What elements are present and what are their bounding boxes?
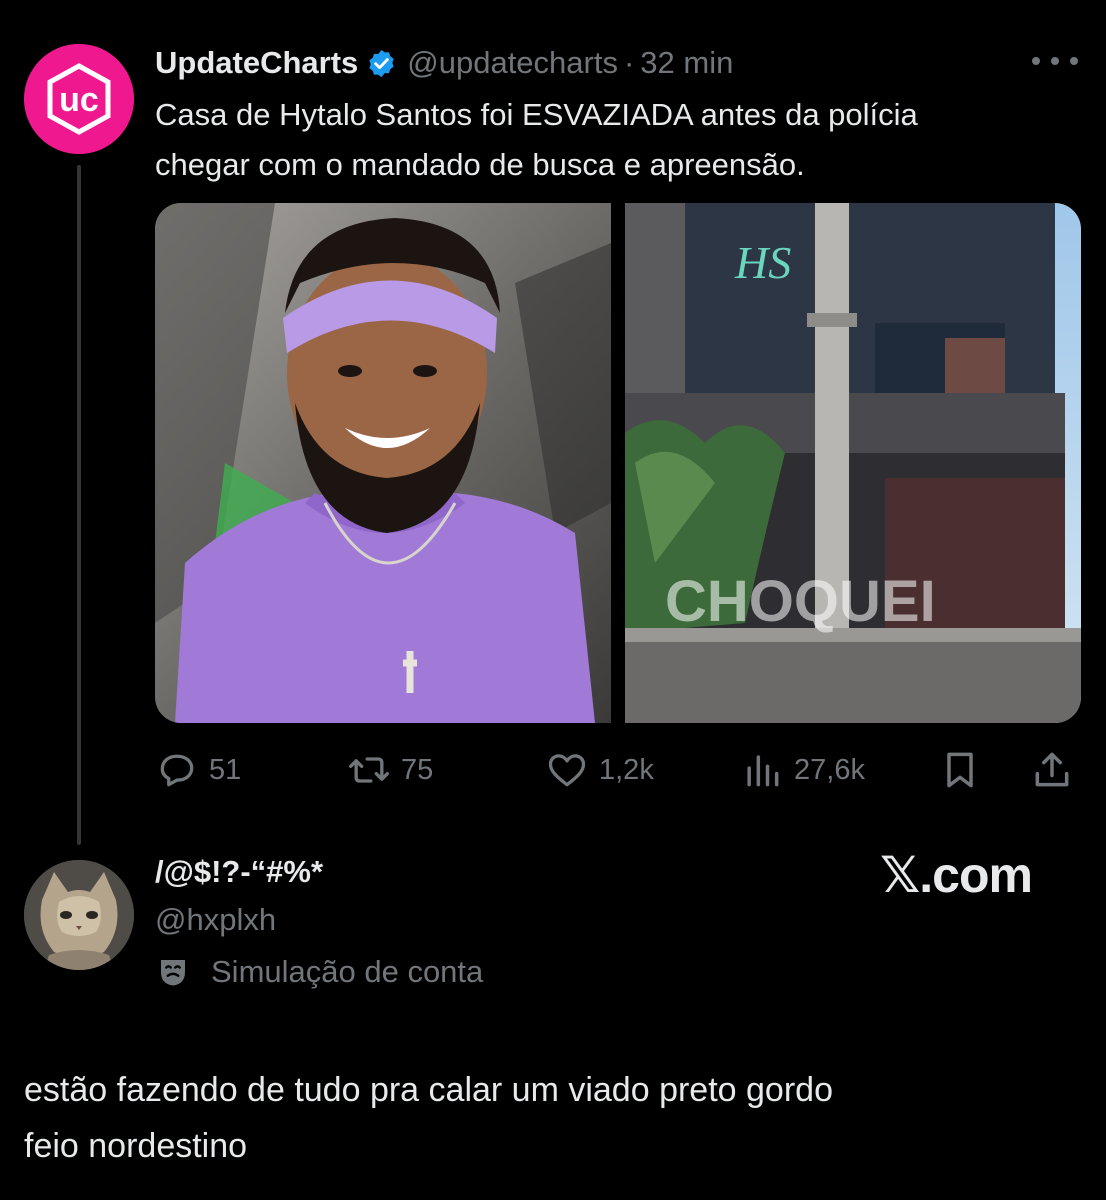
- separator-dot: ·: [623, 45, 635, 80]
- reply-author-display-name[interactable]: /@$!?-“#%*: [155, 854, 323, 890]
- parody-label-text: Simulação de conta: [211, 954, 484, 989]
- x-com-watermark: 𝕏.com: [880, 847, 1033, 903]
- retweet-button[interactable]: 75: [347, 740, 433, 800]
- like-count: 1,2k: [599, 753, 654, 786]
- photo-house-facade[interactable]: HS CHOQUEI: [625, 203, 1081, 723]
- bookmark-button[interactable]: [938, 740, 982, 800]
- updatecharts-avatar[interactable]: uc: [24, 44, 134, 154]
- share-icon: [1035, 752, 1069, 787]
- reply-text-line: feio nordestino: [24, 1127, 248, 1165]
- tweet-timestamp[interactable]: 32 min: [640, 45, 733, 81]
- dot-icon: [1051, 57, 1059, 65]
- tweet-media[interactable]: HS CHOQUEI: [155, 203, 1081, 723]
- tweet-text-line: chegar com o mandado de busca e apreensã…: [155, 147, 805, 182]
- theater-mask-icon: [161, 960, 185, 986]
- choquei-watermark: CHOQUEI: [665, 569, 936, 634]
- share-button[interactable]: [1030, 740, 1074, 800]
- reply-count: 51: [209, 753, 242, 786]
- tweet-text-line: Casa de Hytalo Santos foi ESVAZIADA ante…: [155, 97, 918, 132]
- retweet-icon: [349, 757, 389, 783]
- author-display-name[interactable]: UpdateCharts: [155, 45, 358, 81]
- reply-button[interactable]: 51: [155, 740, 241, 800]
- retweet-count: 75: [401, 753, 434, 786]
- tweet-header: UpdateCharts @updatecharts · 32 min: [155, 40, 733, 86]
- house-logo-text: HS: [734, 237, 791, 288]
- dot-icon: [1032, 57, 1040, 65]
- tweet-actions: 51 75 1,2k 27,6k: [155, 740, 1085, 800]
- reply-text: estão fazendo de tudo pra calar um viado…: [24, 1062, 1084, 1174]
- avatar-logo-text: uc: [59, 81, 99, 119]
- views-chart-icon: [747, 755, 779, 787]
- photo-man-headband[interactable]: [155, 203, 611, 723]
- more-options-icon[interactable]: [1032, 46, 1078, 76]
- like-button[interactable]: 1,2k: [545, 740, 654, 800]
- parody-account-label: Simulação de conta: [155, 952, 483, 992]
- tweet-text: Casa de Hytalo Santos foi ESVAZIADA ante…: [155, 90, 1085, 190]
- hxplxh-avatar[interactable]: [24, 860, 134, 970]
- reply-icon: [160, 754, 194, 787]
- reply-author-handle[interactable]: @hxplxh: [155, 902, 276, 938]
- verified-badge-icon: [369, 49, 394, 77]
- cat-avatar-icon: [24, 860, 134, 970]
- uc-logo-icon: uc: [24, 44, 134, 154]
- dot-icon: [1070, 57, 1078, 65]
- heart-icon: [548, 754, 586, 787]
- thread-connector-line: [77, 165, 81, 845]
- views-count: 27,6k: [794, 753, 865, 786]
- reply-text-line: estão fazendo de tudo pra calar um viado…: [24, 1071, 833, 1109]
- author-handle[interactable]: @updatecharts: [407, 45, 618, 81]
- views-button[interactable]: 27,6k: [740, 740, 865, 800]
- bookmark-icon: [947, 752, 973, 788]
